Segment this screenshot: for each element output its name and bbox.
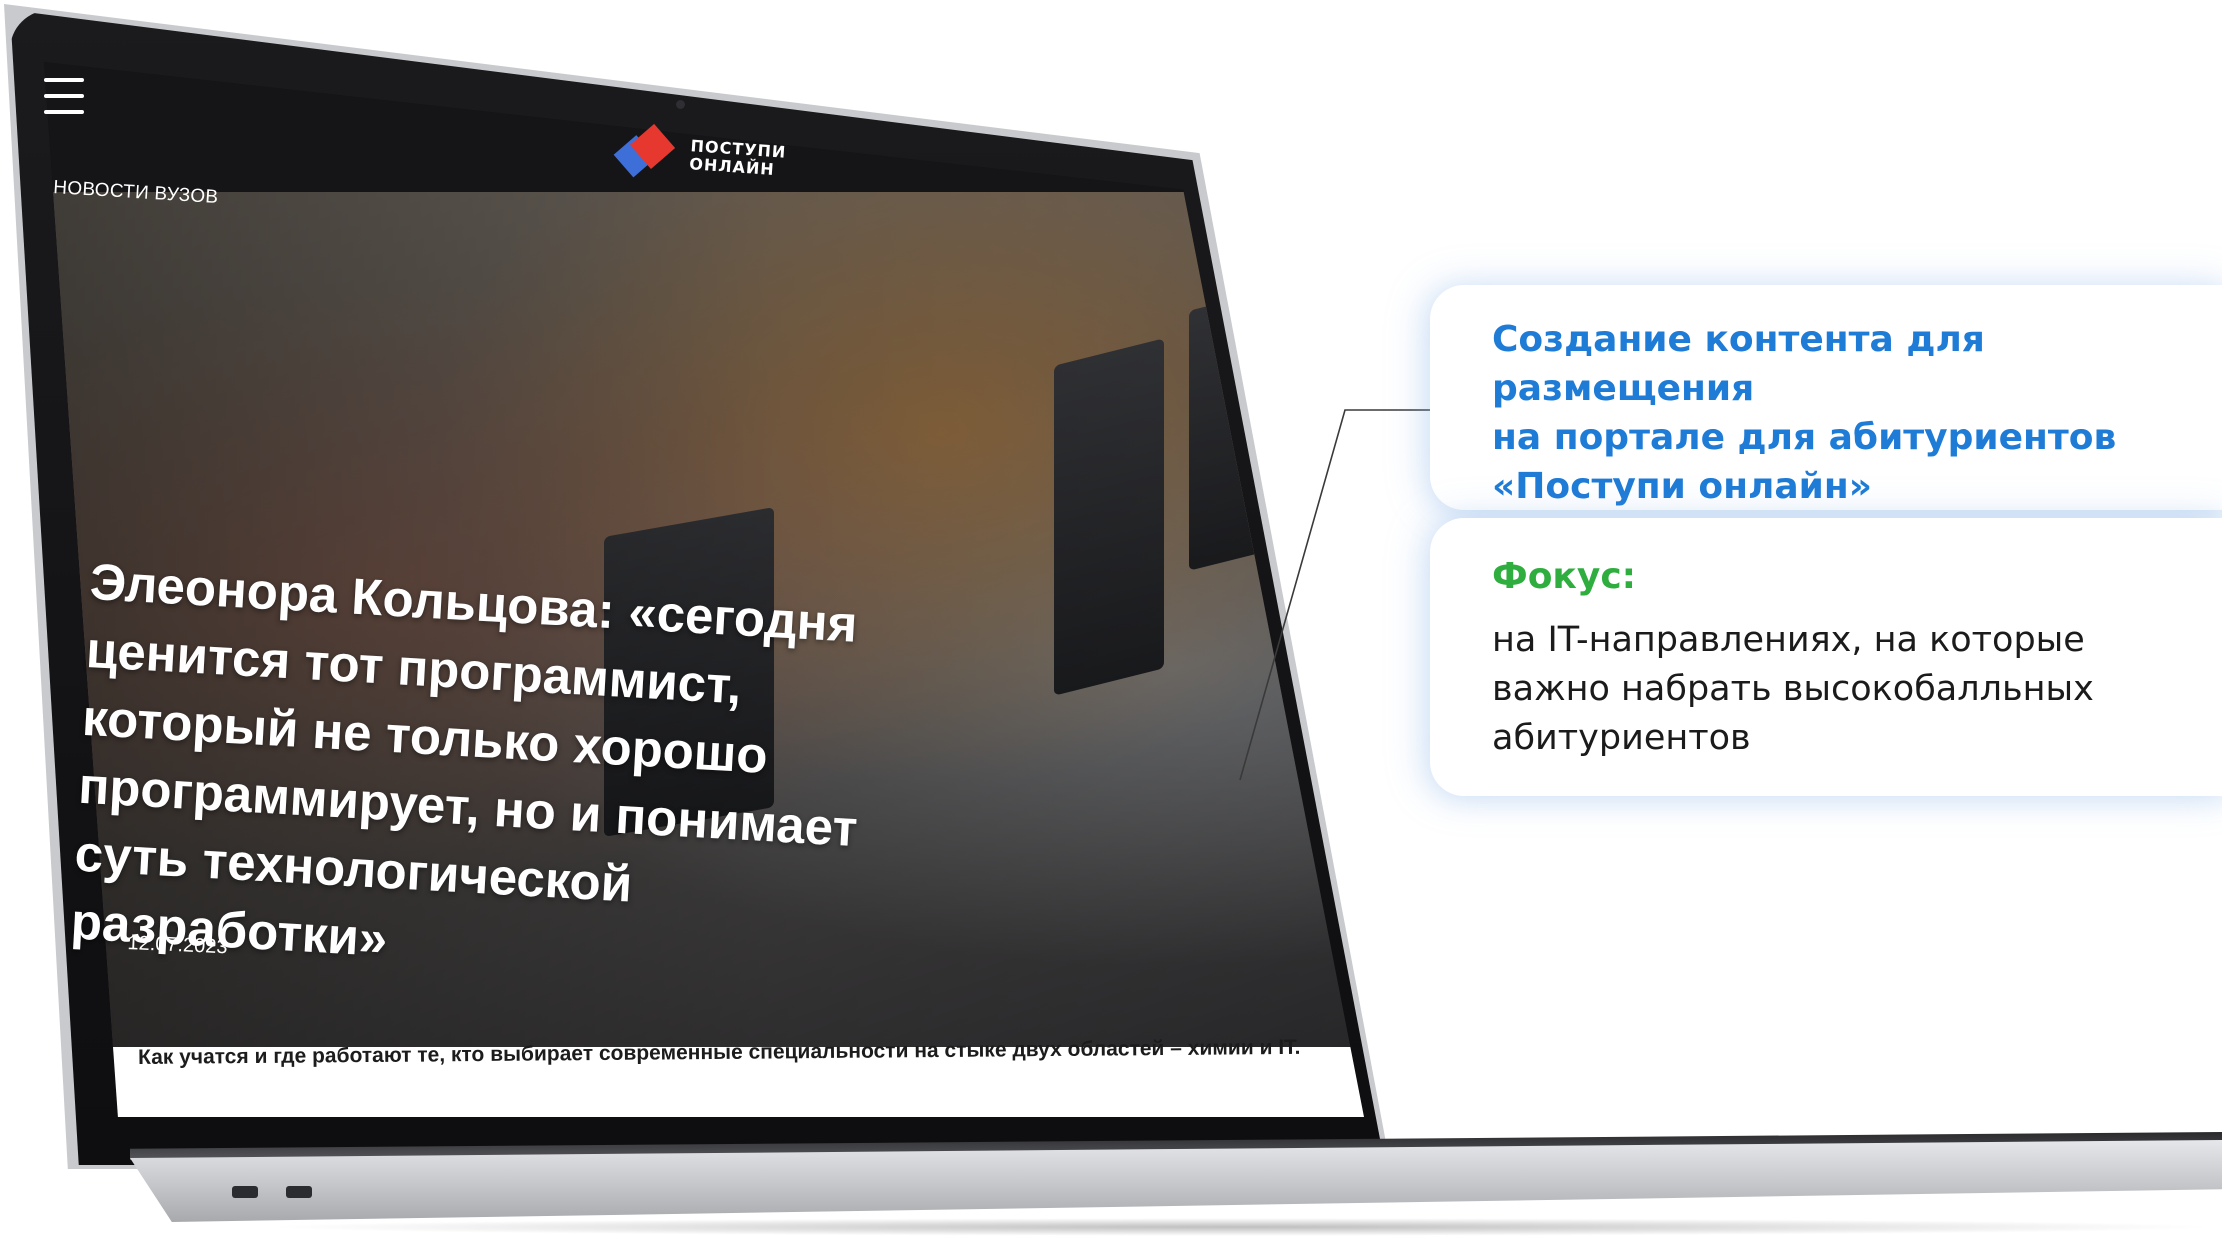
focus-label: Фокус: — [1492, 556, 1637, 597]
laptop-camera — [676, 100, 685, 109]
promo-slide: ПОСТУПИ ОНЛАЙН НОВОСТИ ВУЗОВ Элеонора Ко… — [0, 0, 2222, 1249]
laptop-shadow — [260, 1218, 2222, 1236]
laptop-port — [286, 1186, 312, 1198]
logo-text: ПОСТУПИ ОНЛАЙН — [688, 136, 787, 180]
focus-description: на IT-направлениях, на которые важно наб… — [1492, 620, 2094, 758]
hamburger-menu-icon[interactable] — [44, 78, 84, 114]
project-title-card: Создание контента для размещения на порт… — [1430, 285, 2222, 510]
focus-card: Фокус: на IT-направлениях, на которые ва… — [1430, 518, 2222, 796]
share-icon[interactable] — [1230, 280, 1260, 314]
callout-connector-line — [1239, 409, 1430, 781]
logo-mark-icon — [613, 123, 678, 178]
laptop-port — [232, 1186, 258, 1198]
project-title: Создание контента для размещения на порт… — [1492, 319, 2117, 507]
article-date: 12.07.2023 — [127, 932, 229, 959]
logo-line-2: ОНЛАЙН — [688, 154, 776, 180]
